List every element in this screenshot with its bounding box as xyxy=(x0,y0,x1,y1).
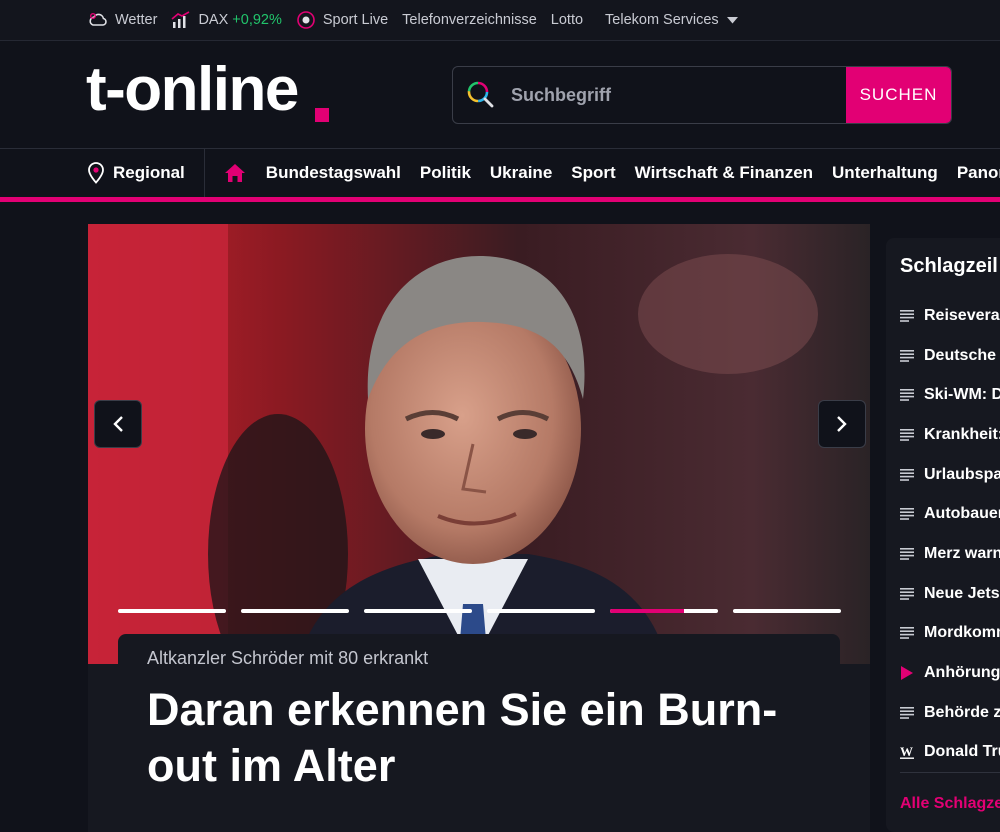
nav-item-unterhaltung[interactable]: Unterhaltung xyxy=(832,163,938,183)
list-icon xyxy=(900,547,924,560)
carousel-indicator[interactable] xyxy=(241,609,349,613)
nav-item-ukraine[interactable]: Ukraine xyxy=(490,163,552,183)
headline-item[interactable]: Behörde z xyxy=(900,693,1000,733)
dax-value: +0,92% xyxy=(232,12,282,28)
carousel-next-button[interactable] xyxy=(818,400,866,448)
list-icon xyxy=(900,627,924,640)
nav-regional-label: Regional xyxy=(113,163,185,182)
headline-text: Urlaubspa xyxy=(924,465,1000,483)
weather-label: Wetter xyxy=(115,12,158,28)
logo-dot xyxy=(315,108,329,122)
carousel-indicator[interactable] xyxy=(364,609,472,613)
dax-label: DAX xyxy=(198,12,229,28)
utility-bar: Wetter DAX +0,92% Sport Live Telefonverz… xyxy=(0,0,1000,41)
headline-item[interactable]: Anhörung xyxy=(900,653,1000,693)
phonebook-label: Telefonverzeichnisse xyxy=(402,12,537,28)
carousel-indicator[interactable] xyxy=(118,609,226,613)
headline-text: Donald Tru xyxy=(924,743,1000,761)
headline-text: Behörde z xyxy=(924,703,1000,721)
sport-live-icon xyxy=(297,11,315,29)
nav-regional[interactable]: Regional xyxy=(88,149,205,197)
headline-text: Mordkomm xyxy=(924,624,1000,642)
headline-item[interactable]: Autobauer xyxy=(900,494,1000,534)
dax-link[interactable]: DAX +0,92% xyxy=(171,11,282,29)
headline-item[interactable]: Neue Jets xyxy=(900,574,1000,614)
headline-text: Autobauer xyxy=(924,505,1000,523)
svg-text:W: W xyxy=(900,745,913,759)
stock-chart-icon xyxy=(171,11,190,28)
nav-home[interactable] xyxy=(224,163,246,183)
headline-text: Anhörung xyxy=(924,664,1000,682)
phonebook-link[interactable]: Telefonverzeichnisse xyxy=(402,12,537,28)
site-header: t-online SUCHEN xyxy=(0,41,1000,149)
chevron-left-icon xyxy=(113,416,123,432)
headline-text: Merz warn xyxy=(924,544,1000,562)
headline-item[interactable]: W Donald Tru xyxy=(900,733,1000,773)
lotto-label: Lotto xyxy=(550,12,584,28)
search-input[interactable] xyxy=(509,67,846,123)
home-icon xyxy=(224,164,245,182)
all-headlines-link[interactable]: Alle Schlagze xyxy=(900,795,1000,813)
nav-item-panorama[interactable]: Panorama xyxy=(957,163,1000,183)
chevron-right-icon xyxy=(837,416,847,432)
telekom-services-dropdown[interactable]: Telekom Services xyxy=(605,12,745,28)
w-icon: W xyxy=(900,745,924,759)
list-icon xyxy=(900,508,924,521)
headline-text: Reiseveran xyxy=(924,306,1000,324)
search-button[interactable]: SUCHEN xyxy=(846,67,951,123)
hero-carousel: Altkanzler Schröder mit 80 erkrankt Dara… xyxy=(88,224,870,832)
nav-item-sport[interactable]: Sport xyxy=(571,163,615,183)
headlines-list: Reiseveran Deutsche Ski-WM: D Krankheit: Url… xyxy=(900,296,1000,772)
headline-item[interactable]: Mordkomm xyxy=(900,614,1000,654)
hero-headline[interactable]: Daran erkennen Sie ein Burn-out im Alter xyxy=(147,682,807,794)
sport-live-link[interactable]: Sport Live xyxy=(296,10,388,30)
weather-icon xyxy=(89,13,107,26)
headline-text: Krankheit: xyxy=(924,425,1000,443)
site-logo[interactable]: t-online xyxy=(86,59,299,121)
headlines-panel: Schlagzeil Reiseveran Deutsche Ski-WM: D Kr… xyxy=(886,238,1000,832)
carousel-indicator[interactable] xyxy=(733,609,841,613)
headline-item[interactable]: Merz warn xyxy=(900,534,1000,574)
nav-item-bundestagswahl[interactable]: Bundestagswahl xyxy=(266,163,401,183)
list-icon xyxy=(900,309,924,322)
main-navigation: Regional Bundestagswahl Politik Ukraine … xyxy=(0,149,1000,197)
location-pin-icon xyxy=(88,162,104,184)
weather-link[interactable]: Wetter xyxy=(88,12,157,28)
hero-kicker: Altkanzler Schröder mit 80 erkrankt xyxy=(147,648,429,668)
sport-live-label: Sport Live xyxy=(322,12,389,28)
headline-text: Neue Jets xyxy=(924,584,1000,602)
telekom-services-label: Telekom Services xyxy=(605,12,719,28)
headlines-divider xyxy=(900,772,1000,773)
search-icon xyxy=(453,67,509,123)
lotto-link[interactable]: Lotto xyxy=(551,12,583,28)
list-icon xyxy=(900,468,924,481)
headline-item[interactable]: Urlaubspa xyxy=(900,455,1000,495)
carousel-indicator[interactable] xyxy=(487,609,595,613)
headline-item[interactable]: Krankheit: xyxy=(900,415,1000,455)
nav-item-politik[interactable]: Politik xyxy=(420,163,471,183)
headlines-title: Schlagzeil xyxy=(900,255,998,277)
nav-accent-bar xyxy=(0,197,1000,202)
list-icon xyxy=(900,587,924,600)
list-icon xyxy=(900,706,924,719)
headline-item[interactable]: Ski-WM: D xyxy=(900,375,1000,415)
hero-caption[interactable]: Altkanzler Schröder mit 80 erkrankt Dara… xyxy=(118,634,840,832)
carousel-indicator-active[interactable] xyxy=(610,609,718,613)
headline-text: Ski-WM: D xyxy=(924,386,1000,404)
hero-image[interactable] xyxy=(88,224,870,664)
list-icon xyxy=(900,389,924,402)
list-icon xyxy=(900,349,924,362)
search-form: SUCHEN xyxy=(452,66,952,124)
headline-text: Deutsche xyxy=(924,346,997,364)
headline-item[interactable]: Reiseveran xyxy=(900,296,1000,336)
list-icon xyxy=(900,428,924,441)
carousel-indicators xyxy=(118,609,856,613)
carousel-prev-button[interactable] xyxy=(94,400,142,448)
chevron-down-icon xyxy=(726,16,738,23)
carousel-progress-fill xyxy=(610,609,684,613)
nav-item-wirtschaft[interactable]: Wirtschaft & Finanzen xyxy=(635,163,813,183)
play-icon xyxy=(900,666,924,681)
headline-item[interactable]: Deutsche xyxy=(900,336,1000,376)
